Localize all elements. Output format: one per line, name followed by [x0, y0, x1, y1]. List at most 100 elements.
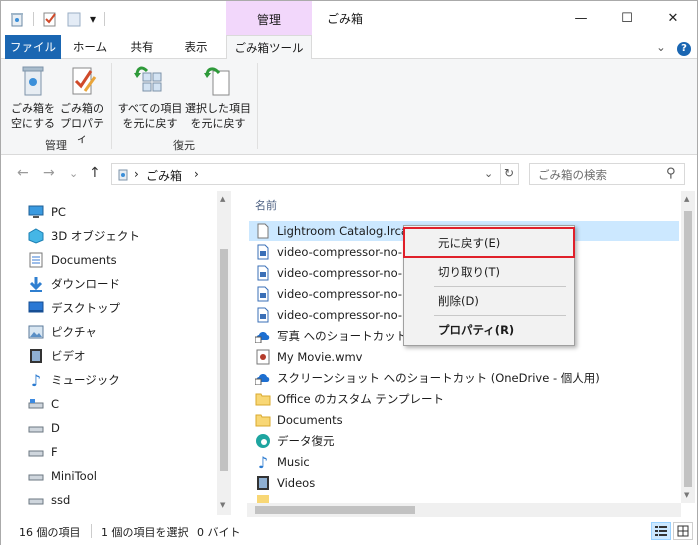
- title-bar: ▾ 管理 ごみ箱 — ☐ ✕: [1, 1, 697, 35]
- context-menu-cut[interactable]: 切り取り(T): [412, 261, 568, 283]
- nav-item-downloads[interactable]: ダウンロード: [27, 273, 120, 295]
- nav-scrollbar[interactable]: ▲ ▼: [217, 191, 231, 515]
- doc-icon: [255, 286, 271, 302]
- maximize-button[interactable]: ☐: [604, 1, 650, 35]
- properties-icon[interactable]: [42, 11, 58, 27]
- file-name: データ復元: [277, 434, 335, 448]
- address-dropdown-icon[interactable]: ⌄: [484, 167, 493, 180]
- context-menu-separator: [434, 286, 566, 287]
- scroll-up-icon[interactable]: ▲: [684, 195, 689, 203]
- breadcrumb-separator[interactable]: ›: [194, 167, 199, 181]
- empty-recycle-bin-button[interactable]: ごみ箱を 空にする: [9, 63, 57, 131]
- up-button[interactable]: ↑: [89, 165, 101, 181]
- context-menu-separator: [434, 315, 566, 316]
- videos-icon: [255, 475, 271, 491]
- nav-item-videos[interactable]: ビデオ: [27, 345, 86, 367]
- nav-item-label: D: [51, 421, 60, 435]
- nav-item-pictures[interactable]: ピクチャ: [27, 321, 97, 343]
- video-file-icon: [255, 349, 271, 365]
- status-size: 0 バイト: [197, 526, 241, 539]
- shortcut-icon: [255, 370, 271, 386]
- nav-scrollbar-thumb[interactable]: [220, 249, 228, 471]
- context-menu-delete[interactable]: 削除(D): [412, 290, 568, 312]
- file-row[interactable]: Videos: [249, 473, 679, 493]
- hscrollbar-thumb[interactable]: [255, 506, 415, 514]
- navigation-pane: PC 3D オブジェクト Documents ダウンロード デスクトップ ピクチ…: [1, 191, 233, 515]
- scroll-down-icon[interactable]: ▼: [684, 491, 689, 499]
- drive-icon: [27, 468, 45, 484]
- documents-icon: [27, 252, 45, 268]
- file-name: Music: [277, 455, 310, 469]
- group-restore-label: 復元: [173, 139, 195, 152]
- nav-item-pc[interactable]: PC: [27, 201, 66, 223]
- address-bar[interactable]: › ごみ箱 › ⌄ ↻: [111, 163, 519, 185]
- file-name: My Movie.wmv: [277, 350, 363, 364]
- restore-highlight-box: [403, 227, 575, 258]
- file-name: Lightroom Catalog.lrcat: [277, 224, 413, 238]
- scroll-down-icon[interactable]: ▼: [220, 501, 225, 509]
- nav-item-ssd[interactable]: ssd: [27, 489, 70, 511]
- partial-folder-icon: [257, 495, 269, 503]
- nav-item-music[interactable]: ♪ ミュージック: [27, 369, 120, 391]
- music-icon: ♪: [257, 452, 269, 472]
- nav-item-label: MiniTool: [51, 469, 97, 483]
- restore-selected-button[interactable]: 選択した項目 を元に戻す: [185, 63, 251, 131]
- context-menu-properties[interactable]: プロパティ(R): [412, 319, 568, 341]
- column-header-name[interactable]: 名前: [255, 197, 277, 213]
- search-icon[interactable]: ⚲: [666, 166, 676, 181]
- tab-recycle-bin-tools[interactable]: ごみ箱ツール: [226, 35, 312, 60]
- nav-item-drive-c[interactable]: C: [27, 393, 59, 415]
- group-separator: [111, 63, 112, 149]
- file-name: Office のカスタム テンプレート: [277, 392, 445, 406]
- forward-button[interactable]: →: [43, 165, 55, 181]
- nav-item-documents[interactable]: Documents: [27, 249, 117, 271]
- qa-separator: [104, 12, 106, 26]
- nav-item-drive-d[interactable]: D: [27, 417, 60, 439]
- file-row[interactable]: My Movie.wmv: [249, 347, 679, 367]
- details-view-button[interactable]: [651, 522, 671, 540]
- search-box[interactable]: ごみ箱の検索 ⚲: [529, 163, 685, 185]
- close-button[interactable]: ✕: [650, 1, 696, 35]
- file-list-hscrollbar[interactable]: [247, 503, 681, 517]
- breadcrumb-recycle-bin[interactable]: ごみ箱: [146, 167, 182, 184]
- file-row[interactable]: Documents: [249, 410, 679, 430]
- search-placeholder: ごみ箱の検索: [538, 168, 607, 182]
- large-icons-view-button[interactable]: [673, 522, 693, 540]
- file-list-scrollbar[interactable]: ▲ ▼: [681, 191, 695, 503]
- window-title: ごみ箱: [327, 12, 364, 26]
- context-tab-manage: 管理: [226, 1, 312, 35]
- nav-item-3d-objects[interactable]: 3D オブジェクト: [27, 225, 140, 247]
- recycle-bin-icon: [116, 167, 130, 181]
- help-icon[interactable]: ?: [675, 35, 693, 59]
- nav-item-label: ダウンロード: [51, 277, 120, 291]
- restore-all-icon: [133, 63, 167, 99]
- tab-file[interactable]: ファイル: [5, 35, 61, 59]
- nav-item-drive-f[interactable]: F: [27, 441, 58, 463]
- scroll-up-icon[interactable]: ▲: [220, 195, 225, 203]
- doc-icon: [255, 265, 271, 281]
- ribbon-expand-icon[interactable]: ⌄: [651, 35, 671, 59]
- nav-item-desktop[interactable]: デスクトップ: [27, 297, 120, 319]
- tab-share[interactable]: 共有: [119, 35, 165, 59]
- file-row[interactable]: Office のカスタム テンプレート: [249, 389, 679, 409]
- file-row[interactable]: スクリーンショット へのショートカット (OneDrive - 個人用): [249, 368, 679, 388]
- restore-all-button[interactable]: すべての項目 を元に戻す: [117, 63, 183, 131]
- address-divider: [500, 164, 501, 184]
- nav-item-label: Documents: [51, 253, 117, 267]
- tab-home[interactable]: ホーム: [65, 35, 115, 59]
- tab-view[interactable]: 表示: [171, 35, 221, 59]
- qa-dropdown-icon[interactable]: ▾: [90, 12, 96, 26]
- props-label-1: ごみ箱の: [60, 102, 104, 115]
- file-row[interactable]: データ復元: [249, 431, 679, 451]
- new-folder-icon[interactable]: [66, 11, 82, 27]
- minimize-button[interactable]: —: [558, 1, 604, 35]
- back-button[interactable]: ←: [17, 165, 29, 181]
- refresh-icon[interactable]: ↻: [504, 166, 514, 180]
- recent-locations-button[interactable]: ⌄: [69, 167, 78, 180]
- file-row[interactable]: ♪ Music: [249, 452, 679, 472]
- file-list-scrollbar-thumb[interactable]: [684, 211, 692, 487]
- file-name: Documents: [277, 413, 343, 427]
- breadcrumb-separator[interactable]: ›: [134, 167, 139, 181]
- recycle-bin-properties-button[interactable]: ごみ箱の プロパティ: [57, 63, 107, 146]
- nav-item-minitool[interactable]: MiniTool: [27, 465, 97, 487]
